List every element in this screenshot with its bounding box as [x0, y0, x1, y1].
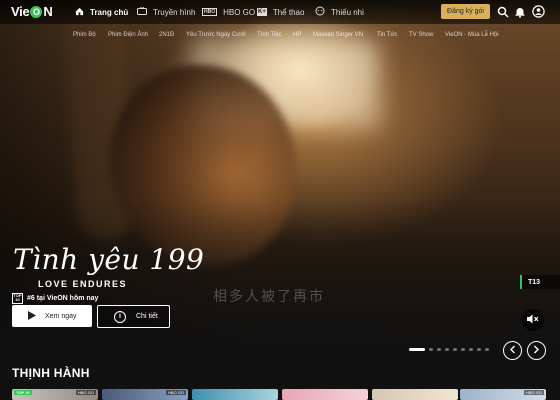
details-button[interactable]: i Chi tiết: [97, 305, 170, 328]
nav-label: Thiếu nhi: [331, 7, 364, 17]
subnav-item[interactable]: Phim Bộ: [73, 32, 96, 38]
logo-circle: O: [30, 6, 43, 18]
signup-package-button[interactable]: Đăng ký gói: [441, 4, 490, 19]
trending-thumbnail[interactable]: [192, 389, 278, 400]
play-icon: [28, 310, 36, 322]
carousel-dot[interactable]: [437, 347, 441, 351]
section-title-trending: THỊNH HÀNH: [12, 366, 90, 380]
carousel-dot[interactable]: [485, 347, 489, 351]
chevron-left-icon: [509, 345, 516, 357]
nav-label: Truyền hình: [153, 7, 196, 17]
nav-label: HBO GO: [223, 7, 256, 17]
trending-thumbnail[interactable]: HBO GO: [102, 389, 188, 400]
carousel-prev-button[interactable]: [503, 341, 522, 360]
nav-item-sport[interactable]: K+ Thể thao: [257, 0, 304, 24]
trending-thumbnail[interactable]: HBO GO: [460, 389, 546, 400]
mute-icon: [527, 311, 539, 329]
watch-now-button[interactable]: Xem ngay: [12, 305, 92, 327]
carousel-dot[interactable]: [409, 347, 425, 351]
subnav-item[interactable]: HP: [293, 32, 301, 38]
hbo-icon: HBO: [202, 8, 218, 16]
age-rating-badge: T13: [520, 275, 560, 289]
nav-item-kids[interactable]: Thiếu nhi: [315, 0, 364, 24]
nav-item-hbo[interactable]: HBO HBO GO: [202, 0, 255, 24]
carousel-dot[interactable]: [477, 347, 481, 351]
bell-icon[interactable]: [514, 5, 528, 19]
chevron-right-icon: [533, 345, 540, 357]
category-subnav: Phim Bộ Phim Điện Ảnh 2N1Đ Yêu Trước Ngà…: [0, 30, 560, 42]
top-navigation: Vie O N Trang chủ Truyền hình HBO HBO GO K…: [0, 0, 560, 24]
subnav-item[interactable]: 2N1Đ: [159, 32, 174, 38]
carousel-next-button[interactable]: [527, 341, 546, 360]
sport-icon: K+: [257, 8, 267, 16]
logo-text-left: Vie: [11, 4, 30, 19]
hbo-badge: HBO GO: [75, 390, 96, 395]
user-account-icon[interactable]: [532, 5, 546, 19]
nav-label: Trang chủ: [90, 7, 129, 17]
carousel-dot[interactable]: [469, 347, 473, 351]
watch-now-label: Xem ngay: [45, 312, 77, 320]
video-caption: 相多人被了再市: [213, 288, 325, 304]
nav-item-tv[interactable]: Truyền hình: [137, 0, 195, 24]
details-label: Chi tiết: [136, 313, 158, 320]
carousel-dot[interactable]: [445, 347, 449, 351]
trending-row: TOP 10 HBO GO HBO GO HBO GO: [12, 389, 560, 400]
subnav-item[interactable]: VieON - Mùa Lễ Hội: [445, 32, 499, 38]
search-icon[interactable]: [497, 5, 511, 19]
carousel-dot[interactable]: [429, 347, 433, 351]
hero-subtitle: LOVE ENDURES: [38, 279, 128, 289]
carousel-dot[interactable]: [461, 347, 465, 351]
hero-title: Tình yêu 199: [13, 243, 205, 276]
info-icon: i: [114, 310, 126, 323]
subnav-item[interactable]: Tin Tức: [377, 32, 397, 38]
top10-tag: TOP 10: [14, 390, 32, 395]
rank-text: #6 tại VieON hôm nay: [27, 294, 99, 302]
rank-info: TOP 10 #6 tại VieON hôm nay: [12, 292, 98, 304]
kids-icon: [315, 6, 325, 18]
tv-icon: [137, 6, 147, 18]
vieon-logo[interactable]: Vie O N: [11, 4, 53, 19]
carousel-indicators: [409, 347, 493, 351]
subnav-item[interactable]: Phim Điện Ảnh: [108, 32, 148, 38]
logo-text-right: N: [43, 4, 53, 19]
carousel-dot[interactable]: [453, 347, 457, 351]
subnav-item[interactable]: TV Show: [409, 32, 433, 38]
trending-thumbnail[interactable]: [282, 389, 368, 400]
hbo-badge: HBO GO: [523, 390, 544, 395]
nav-label: Thể thao: [272, 7, 305, 17]
top10-icon: TOP 10: [12, 292, 23, 304]
nav-item-home[interactable]: Trang chủ: [75, 0, 128, 24]
mute-button[interactable]: [522, 309, 544, 331]
trending-thumbnail[interactable]: [372, 389, 458, 400]
subnav-item[interactable]: Masked Singer VN: [313, 32, 363, 38]
hbo-badge: HBO GO: [165, 390, 186, 395]
trending-thumbnail[interactable]: TOP 10 HBO GO: [12, 389, 98, 400]
home-icon: [75, 7, 84, 18]
subnav-item[interactable]: Tình Tiệc: [257, 32, 282, 38]
subnav-item[interactable]: Yêu Trước Ngày Cưới: [186, 32, 246, 38]
